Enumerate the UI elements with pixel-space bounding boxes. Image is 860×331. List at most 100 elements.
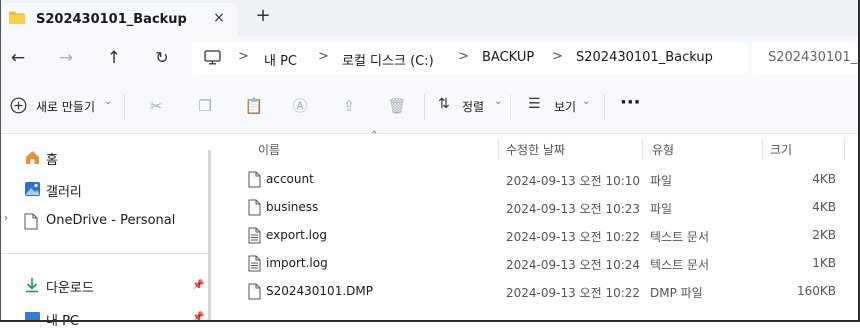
search-input[interactable]: S202430101_Backup xyxy=(768,50,860,65)
column-header-modified[interactable]: 수정한 날짜 xyxy=(506,141,565,167)
sidebar-item-downloads[interactable]: 다운로드 📌 xyxy=(0,271,210,299)
chevron-down-icon: ⌄ xyxy=(494,96,503,107)
pin-icon[interactable]: 📌 xyxy=(192,280,204,291)
sort-ascending-icon: ⌃ xyxy=(370,130,379,141)
back-button[interactable]: ← xyxy=(6,46,30,70)
breadcrumb-separator: > xyxy=(238,49,249,64)
breadcrumb-item-local-disk[interactable]: 로컬 디스크 (C:) xyxy=(342,50,434,69)
paste-icon[interactable]: 📋 xyxy=(244,95,264,117)
delete-icon[interactable]: 🗑 xyxy=(387,95,407,117)
sort-icon: ⇅ xyxy=(438,96,450,112)
download-icon xyxy=(24,277,40,296)
file-modified: 2024-09-13 오전 10:22 xyxy=(506,230,641,244)
address-row: ← → ↑ ↻ > 내 PC > 로컬 디스크 (C:) > BACKUP > … xyxy=(0,36,860,80)
forward-button[interactable]: → xyxy=(54,46,78,70)
column-divider[interactable] xyxy=(642,138,643,160)
file-row[interactable]: account 2024-09-13 오전 10:10 파일 4KB xyxy=(236,165,844,193)
sidebar-item-gallery[interactable]: 갤러리 xyxy=(0,175,210,203)
breadcrumb-item-current[interactable]: S202430101_Backup xyxy=(576,50,713,65)
copy-icon[interactable]: ❐ xyxy=(195,95,215,117)
chevron-down-icon: ⌄ xyxy=(104,96,113,107)
file-size: 4KB xyxy=(812,172,836,186)
breadcrumb-separator: > xyxy=(552,49,563,64)
file-modified: 2024-09-13 오전 10:22 xyxy=(506,286,641,300)
file-modified: 2024-09-13 오전 10:10 xyxy=(506,174,641,188)
file-name: export.log xyxy=(266,228,327,242)
column-header-name[interactable]: 이름 xyxy=(258,141,280,167)
monitor-icon xyxy=(204,50,221,68)
view-list-icon: ☰ xyxy=(528,96,541,112)
file-size: 1KB xyxy=(812,256,836,270)
sidebar-item-pc[interactable]: 내 PC 📌 xyxy=(0,303,210,331)
column-divider[interactable] xyxy=(762,138,763,160)
divider xyxy=(604,94,605,120)
file-icon xyxy=(248,283,261,303)
file-type: DMP 파일 xyxy=(650,286,703,300)
breadcrumb-separator: > xyxy=(318,49,329,64)
file-type: 파일 xyxy=(650,202,673,216)
column-divider[interactable] xyxy=(844,138,845,160)
sidebar-item-label: 다운로드 xyxy=(46,281,94,296)
breadcrumb-separator: > xyxy=(458,49,469,64)
file-size: 2KB xyxy=(812,228,836,242)
column-header-type[interactable]: 유형 xyxy=(652,141,674,167)
file-type: 텍스트 문서 xyxy=(650,258,710,272)
sort-button-label: 정렬 xyxy=(462,100,485,114)
divider xyxy=(510,94,511,120)
sidebar-scrollbar[interactable] xyxy=(208,150,211,322)
gallery-icon xyxy=(24,181,41,200)
home-icon xyxy=(24,149,41,168)
breadcrumb-item-pc[interactable]: 내 PC xyxy=(264,50,297,69)
cut-icon[interactable]: ✂ xyxy=(146,95,166,117)
file-icon xyxy=(248,199,261,219)
file-row[interactable]: export.log 2024-09-13 오전 10:22 텍스트 문서 2K… xyxy=(236,221,844,249)
onedrive-icon xyxy=(24,213,38,233)
file-size: 4KB xyxy=(812,200,836,214)
chevron-right-icon[interactable]: › xyxy=(4,213,8,224)
sidebar-item-label: 갤러리 xyxy=(46,185,82,200)
chevron-down-icon: ⌄ xyxy=(582,96,591,107)
window-border xyxy=(0,0,1,322)
text-file-icon xyxy=(248,255,261,275)
tab-active[interactable]: S202430101_Backup × xyxy=(2,3,238,36)
file-name: account xyxy=(266,172,314,186)
refresh-button[interactable]: ↻ xyxy=(150,46,174,70)
file-row[interactable]: S202430101.DMP 2024-09-13 오전 10:22 DMP 파… xyxy=(236,277,844,305)
tab-title: S202430101_Backup xyxy=(36,12,187,27)
up-button[interactable]: ↑ xyxy=(102,46,126,70)
text-file-icon xyxy=(248,227,261,247)
new-button-label: 새로 만들기 xyxy=(36,100,96,114)
sidebar-item-label: 홈 xyxy=(46,153,58,168)
address-bar[interactable]: > 내 PC > 로컬 디스크 (C:) > BACKUP > S2024301… xyxy=(192,42,748,74)
file-type: 파일 xyxy=(650,174,673,188)
file-icon xyxy=(248,171,261,191)
file-name: S202430101.DMP xyxy=(266,284,373,298)
sidebar-item-home[interactable]: 홈 xyxy=(0,143,210,171)
file-type: 텍스트 문서 xyxy=(650,230,710,244)
file-name: import.log xyxy=(266,256,328,270)
rename-icon[interactable]: Ⓐ xyxy=(290,95,310,117)
command-bar: 새로 만들기 ⌄ ✂ ❐ 📋 Ⓐ ⇪ 🗑 ⇅ 정렬 ⌄ ☰ 보기 ⌄ ··· xyxy=(0,80,860,134)
new-tab-button[interactable]: + xyxy=(254,6,272,26)
divider xyxy=(424,94,425,120)
file-modified: 2024-09-13 오전 10:24 xyxy=(506,258,641,272)
sidebar-item-label: OneDrive - Personal xyxy=(46,213,176,228)
more-options-button[interactable]: ··· xyxy=(620,92,641,114)
share-icon[interactable]: ⇪ xyxy=(339,95,359,117)
breadcrumb-item-backup[interactable]: BACKUP xyxy=(482,50,534,65)
sidebar-item-onedrive[interactable]: › OneDrive - Personal xyxy=(0,207,210,235)
tab-bar: S202430101_Backup × + xyxy=(0,0,860,36)
file-size: 160KB xyxy=(796,284,836,298)
file-row[interactable]: business 2024-09-13 오전 10:23 파일 4KB xyxy=(236,193,844,221)
column-divider[interactable] xyxy=(498,138,499,160)
divider xyxy=(124,94,125,120)
sidebar-divider xyxy=(0,253,210,254)
folder-icon xyxy=(8,10,26,28)
file-modified: 2024-09-13 오전 10:23 xyxy=(506,202,641,216)
view-button-label: 보기 xyxy=(554,100,577,114)
column-header-size[interactable]: 크기 xyxy=(770,141,792,167)
plus-circle-icon xyxy=(10,97,27,117)
file-row[interactable]: import.log 2024-09-13 오전 10:24 텍스트 문서 1K… xyxy=(236,249,844,277)
search-box[interactable]: S202430101_Backup xyxy=(752,42,860,74)
tab-close-button[interactable]: × xyxy=(210,9,228,27)
